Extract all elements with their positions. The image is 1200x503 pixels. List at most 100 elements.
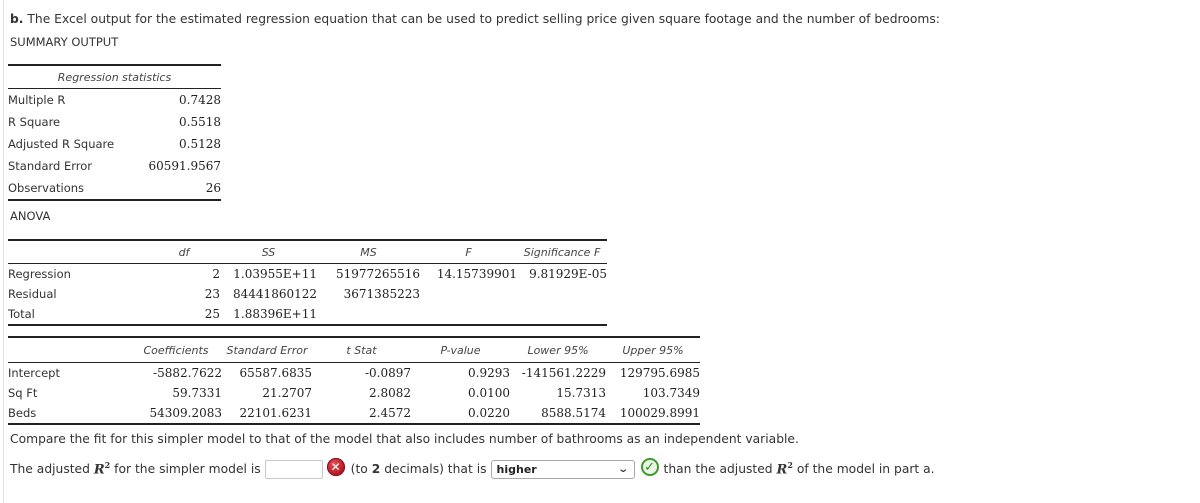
table-row: Adjusted R Square 0.5128 [8, 133, 221, 155]
stat-label: R Square [8, 115, 61, 129]
chevron-down-icon: ⌄ [617, 463, 630, 475]
incorrect-x-icon: ✕ [326, 458, 345, 476]
coef-p: 0.0220 [468, 406, 510, 420]
anova-f [420, 304, 517, 325]
anova-title: ANOVA [10, 209, 51, 223]
coef-p: 0.0100 [468, 386, 510, 400]
anova-header-f: F [465, 245, 472, 259]
coef-lower: 8588.5174 [541, 406, 606, 420]
stat-value: 60591.9567 [148, 159, 221, 173]
table-row: Sq Ft 59.7331 21.2707 2.8082 0.0100 15.7… [8, 383, 700, 403]
anova-table: df SS MS F Significance F Regression 2 1… [8, 239, 607, 326]
coef-value: 54309.2083 [149, 406, 222, 420]
hint-open: (to [350, 462, 368, 476]
anova-ss: 84441860122 [233, 287, 317, 301]
r-symbol: R [93, 462, 105, 478]
coef-header-t-stat: t Stat [346, 343, 377, 357]
stat-value: 0.7428 [179, 93, 221, 107]
stat-label: Observations [8, 181, 85, 195]
stat-value: 0.5518 [179, 115, 221, 129]
compare-instruction: Compare the fit for this simpler model t… [10, 432, 799, 446]
hint-rest: decimals) that is [384, 462, 487, 476]
left-border [3, 0, 4, 503]
intro-text: The Excel output for the estimated regre… [27, 12, 940, 26]
coef-lower: -141561.2229 [521, 366, 606, 380]
table-row: R Square 0.5518 [8, 111, 221, 133]
coef-header-standard-error: Standard Error [226, 343, 308, 357]
coef-upper: 129795.6985 [619, 366, 700, 380]
coef-t: 2.4572 [369, 406, 411, 420]
anova-header-df: df [178, 245, 190, 259]
coef-p: 0.9293 [468, 366, 510, 380]
coef-header-blank [8, 337, 130, 363]
stat-label: Adjusted R Square [8, 137, 115, 151]
regression-statistics-table: Regression statistics Multiple R 0.7428 … [8, 64, 221, 201]
stat-label: Standard Error [8, 159, 93, 173]
r-squared-symbol-2: R2 [777, 460, 793, 477]
anova-df: 25 [204, 307, 220, 321]
anova-row-label: Residual [8, 287, 57, 301]
anova-header-blank [8, 240, 148, 264]
table-row: Standard Error 60591.9567 [8, 155, 221, 177]
anova-sig-f: 9.81929E-05 [529, 267, 607, 281]
coef-upper: 103.7349 [642, 386, 700, 400]
coef-header-p-value: P-value [440, 343, 481, 357]
r-symbol: R [776, 462, 788, 478]
coef-upper: 100029.8991 [619, 406, 700, 420]
stat-label: Multiple R [8, 93, 66, 107]
anova-header-ss: SS [261, 245, 276, 259]
anova-df: 23 [204, 287, 220, 301]
coef-lower: 15.7313 [556, 386, 606, 400]
answer-mid: for the simpler model is [114, 462, 261, 476]
anova-ss: 1.88396E+11 [233, 307, 317, 321]
anova-f: 14.15739901 [436, 267, 517, 281]
anova-f [420, 284, 517, 304]
correct-check-icon: ✓ [640, 458, 659, 476]
table-row: Observations 26 [8, 177, 221, 200]
table-row: Residual 23 84441860122 3671385223 [8, 284, 607, 304]
anova-row-label: Total [8, 307, 35, 321]
coefficients-table: Coefficients Standard Error t Stat P-val… [8, 336, 700, 425]
anova-header-ms: MS [360, 245, 377, 259]
coef-header-lower-95: Lower 95% [527, 343, 589, 357]
coef-row-label: Intercept [8, 366, 60, 380]
anova-ms: 3671385223 [343, 287, 420, 301]
coef-se: 21.2707 [262, 386, 312, 400]
anova-row-label: Regression [8, 267, 71, 281]
adjusted-r2-input[interactable] [264, 459, 323, 479]
regression-statistics-header: Regression statistics [57, 70, 172, 84]
part-label: b. [10, 12, 24, 26]
table-row: Intercept -5882.7622 65587.6835 -0.0897 … [8, 363, 700, 384]
coef-se: 65587.6835 [239, 366, 312, 380]
anova-df: 2 [212, 267, 220, 281]
anova-ms: 51977265516 [336, 267, 420, 281]
answer-prefix: The adjusted [10, 462, 90, 476]
coef-row-label: Sq Ft [8, 386, 38, 400]
coef-header-upper-95: Upper 95% [622, 343, 684, 357]
anova-ms [317, 304, 420, 325]
r-squared-symbol: R2 [94, 460, 110, 477]
r-exponent: 2 [787, 460, 793, 471]
answer-row: The adjusted R2 for the simpler model is… [10, 458, 935, 480]
decimals-count: 2 [371, 462, 381, 476]
question-intro: b. The Excel output for the estimated re… [10, 12, 940, 26]
coef-value: -5882.7622 [153, 366, 222, 380]
table-row: Beds 54309.2083 22101.6231 2.4572 0.0220… [8, 403, 700, 424]
comparison-select-value: higher [496, 462, 537, 476]
stat-value: 26 [205, 181, 221, 195]
coef-header-coefficients: Coefficients [143, 343, 209, 357]
answer-suffix: than the adjusted [663, 462, 773, 476]
coef-t: 2.8082 [369, 386, 411, 400]
table-row: Total 25 1.88396E+11 [8, 304, 607, 325]
anova-sig-f [517, 304, 607, 325]
coef-value: 59.7331 [172, 386, 222, 400]
comparison-select[interactable]: higher ⌄ [490, 459, 635, 479]
table-row: Multiple R 0.7428 [8, 89, 221, 112]
coef-se: 22101.6231 [239, 406, 312, 420]
coef-row-label: Beds [8, 406, 37, 420]
answer-suffix-2: of the model in part a. [796, 462, 935, 476]
summary-title: SUMMARY OUTPUT [10, 35, 119, 49]
table-row: Regression 2 1.03955E+11 51977265516 14.… [8, 264, 607, 285]
anova-ss: 1.03955E+11 [233, 267, 317, 281]
anova-header-significance-f: Significance F [523, 245, 601, 259]
